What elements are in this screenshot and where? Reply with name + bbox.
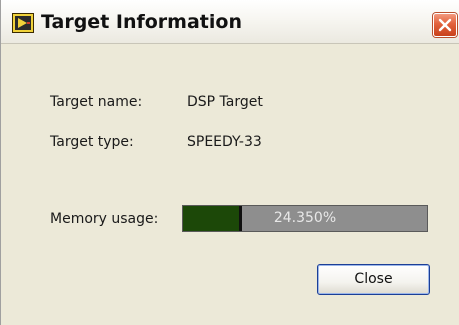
close-x-icon[interactable] xyxy=(433,13,457,37)
close-button[interactable]: Close xyxy=(317,264,430,295)
title-bar[interactable]: Target Information xyxy=(1,0,459,44)
target-information-dialog: Target Information Target name: DSP Targ… xyxy=(0,0,459,325)
memory-usage-label: Memory usage: xyxy=(50,211,159,227)
memory-usage-bar: 24.350% xyxy=(182,205,428,232)
target-name-value: DSP Target xyxy=(187,94,263,110)
target-type-value: SPEEDY-33 xyxy=(187,134,262,150)
window-title: Target Information xyxy=(41,11,242,33)
labview-icon xyxy=(12,13,34,33)
target-name-label: Target name: xyxy=(50,94,143,110)
memory-usage-percent: 24.350% xyxy=(273,210,337,226)
target-type-label: Target type: xyxy=(50,134,134,150)
